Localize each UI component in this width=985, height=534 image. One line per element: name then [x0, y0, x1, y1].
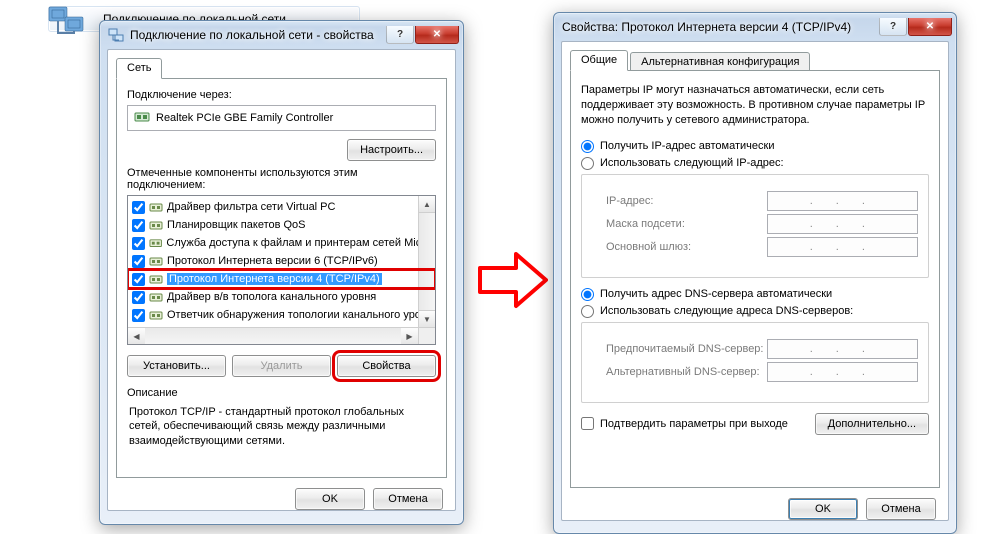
description-text: Протокол TCP/IP - стандартный протокол г… [127, 403, 436, 454]
component-checkbox[interactable] [132, 219, 145, 232]
adapter-box: Realtek PCIe GBE Family Controller [127, 105, 436, 131]
ipv4-properties-window: Свойства: Протокол Интернета версии 4 (T… [553, 12, 957, 534]
lan-properties-title: Подключение по локальной сети - свойства [130, 28, 374, 42]
help-button[interactable] [386, 26, 414, 44]
component-checkbox[interactable] [132, 255, 145, 268]
components-label: Отмеченные компоненты используются этим … [127, 167, 436, 191]
components-list[interactable]: Драйвер фильтра сети Virtual PC Планировщ… [127, 195, 436, 345]
vertical-scrollbar[interactable]: ▲ ▼ [418, 196, 435, 327]
ok-button[interactable]: OK [788, 498, 858, 520]
component-checkbox[interactable] [132, 201, 145, 214]
scroll-corner [418, 327, 435, 344]
component-checkbox[interactable] [132, 273, 145, 286]
protocol-icon [149, 254, 163, 268]
dns-manual-radio[interactable] [581, 305, 594, 318]
uninstall-button: Удалить [232, 355, 331, 377]
adapter-icon [134, 109, 150, 128]
red-arrow-icon [478, 250, 548, 310]
scroll-right-icon[interactable]: ▶ [401, 328, 418, 345]
ip-address-label: IP-адрес: [606, 195, 767, 207]
dns-alt-label: Альтернативный DNS-сервер: [606, 366, 767, 378]
lan-properties-window: Подключение по локальной сети - свойства… [99, 20, 464, 525]
protocol-icon [149, 200, 163, 214]
subnet-input: . . . [767, 214, 918, 234]
tab-alternate-config[interactable]: Альтернативная конфигурация [630, 52, 810, 71]
cancel-button[interactable]: Отмена [866, 498, 936, 520]
subnet-label: Маска подсети: [606, 218, 767, 230]
scroll-down-icon[interactable]: ▼ [419, 310, 435, 327]
component-label: Драйвер фильтра сети Virtual PC [167, 201, 335, 213]
list-item[interactable]: Служба доступа к файлам и принтерам сете… [128, 234, 435, 252]
ip-manual-label: Использовать следующий IP-адрес: [600, 157, 784, 169]
component-checkbox[interactable] [132, 291, 145, 304]
protocol-icon [149, 272, 163, 286]
close-button[interactable] [908, 18, 952, 36]
protocol-icon [149, 236, 162, 250]
component-buttons-row: Установить... Удалить Свойства [127, 355, 436, 377]
connect-via-label: Подключение через: [127, 89, 436, 101]
tab-general[interactable]: Общие [570, 50, 628, 71]
ip-manual-radio[interactable] [581, 157, 594, 170]
dns-auto-label: Получить адрес DNS-сервера автоматически [600, 288, 832, 300]
tab-network[interactable]: Сеть [116, 58, 162, 79]
network-icon [108, 27, 124, 43]
list-item[interactable]: Протокол Интернета версии 4 (TCP/IPv4) [128, 270, 435, 288]
advanced-button[interactable]: Дополнительно... [815, 413, 929, 435]
properties-button[interactable]: Свойства [337, 355, 436, 377]
ipv4-properties-title: Свойства: Протокол Интернета версии 4 (T… [562, 20, 851, 34]
component-label: Планировщик пакетов QoS [167, 219, 306, 231]
component-label: Служба доступа к файлам и принтерам сете… [166, 237, 431, 249]
dns-pref-input: . . . [767, 339, 918, 359]
network-connection-icon [47, 3, 87, 39]
dns-pref-label: Предпочитаемый DNS-сервер: [606, 343, 767, 355]
list-item[interactable]: Ответчик обнаружения топологии канальног… [128, 306, 435, 324]
list-item[interactable]: Планировщик пакетов QoS [128, 216, 435, 234]
component-label: Ответчик обнаружения топологии канальног… [167, 309, 421, 321]
install-button[interactable]: Установить... [127, 355, 226, 377]
component-checkbox[interactable] [132, 237, 145, 250]
scroll-up-icon[interactable]: ▲ [419, 196, 435, 213]
cancel-button[interactable]: Отмена [373, 488, 443, 510]
configure-button[interactable]: Настроить... [347, 139, 436, 161]
ip-auto-label: Получить IP-адрес автоматически [600, 140, 774, 152]
component-label: Драйвер в/в тополога канального уровня [167, 291, 376, 303]
component-label: Протокол Интернета версии 6 (TCP/IPv6) [167, 255, 378, 267]
validate-label: Подтвердить параметры при выходе [600, 418, 788, 430]
protocol-icon [149, 290, 163, 304]
ok-button[interactable]: OK [295, 488, 365, 510]
lan-properties-titlebar[interactable]: Подключение по локальной сети - свойства [100, 21, 463, 49]
adapter-name: Realtek PCIe GBE Family Controller [156, 112, 333, 124]
close-button[interactable] [415, 26, 459, 44]
component-checkbox[interactable] [132, 309, 145, 322]
dns-manual-label: Использовать следующие адреса DNS-сервер… [600, 305, 853, 317]
gateway-label: Основной шлюз: [606, 241, 767, 253]
scroll-left-icon[interactable]: ◀ [128, 328, 145, 345]
list-item[interactable]: Драйвер фильтра сети Virtual PC [128, 198, 435, 216]
dns-alt-input: . . . [767, 362, 918, 382]
ip-address-input: . . . [767, 191, 918, 211]
horizontal-scrollbar[interactable]: ◀ ▶ [128, 327, 418, 344]
protocol-icon [149, 218, 163, 232]
validate-checkbox[interactable] [581, 417, 594, 430]
list-item[interactable]: Протокол Интернета версии 6 (TCP/IPv6) [128, 252, 435, 270]
help-button[interactable] [879, 18, 907, 36]
protocol-icon [149, 308, 163, 322]
gateway-input: . . . [767, 237, 918, 257]
info-text: Параметры IP могут назначаться автоматич… [581, 83, 929, 128]
ip-auto-radio[interactable] [581, 140, 594, 153]
ipv4-properties-titlebar[interactable]: Свойства: Протокол Интернета версии 4 (T… [554, 13, 956, 41]
dns-auto-radio[interactable] [581, 288, 594, 301]
list-item[interactable]: Драйвер в/в тополога канального уровня [128, 288, 435, 306]
description-label: Описание [127, 387, 436, 399]
component-label: Протокол Интернета версии 4 (TCP/IPv4) [167, 273, 382, 285]
